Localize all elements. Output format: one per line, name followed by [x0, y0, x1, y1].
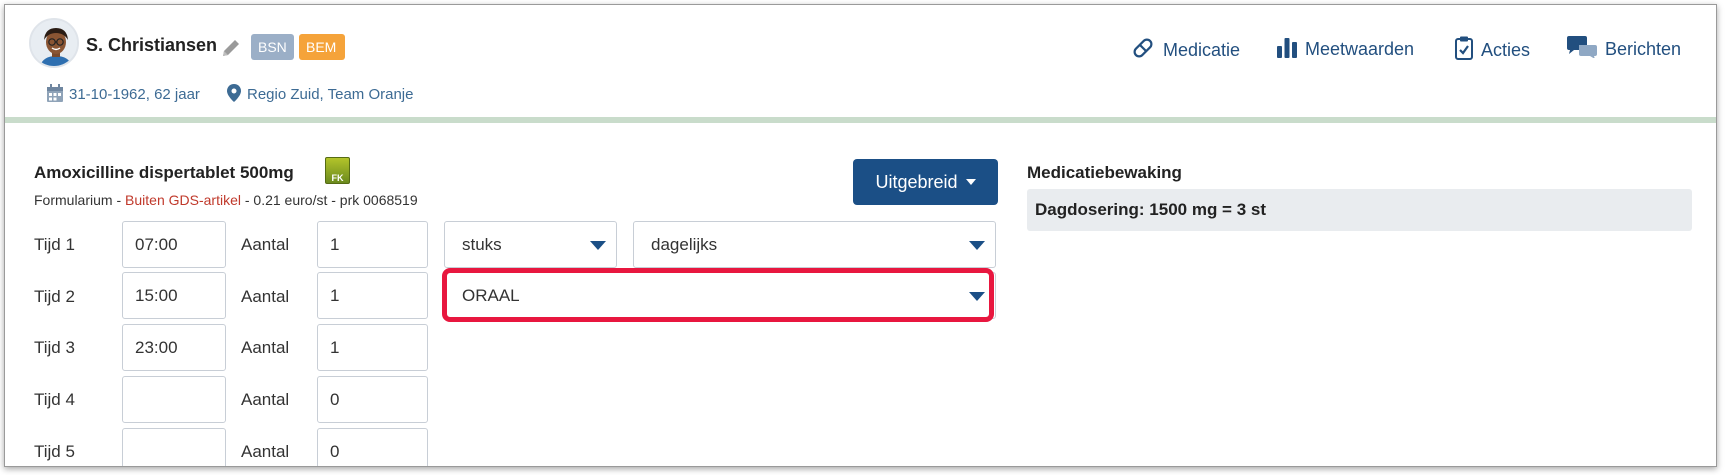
patient-header: S. Christiansen BSN BEM 31-10-1962, 62 j…	[5, 5, 1716, 117]
aantal-1-label: Aantal	[241, 235, 290, 254]
route-select[interactable]: ORAAL	[444, 272, 996, 319]
pill-icon	[1131, 36, 1155, 65]
medication-title: Amoxicilline dispertablet 500mg	[34, 163, 294, 182]
aantal-2-input[interactable]: 1	[317, 272, 428, 319]
calendar-icon	[47, 84, 63, 106]
subtitle-separator: -	[112, 192, 126, 208]
price-prk: - 0.21 euro/st - prk 0068519	[240, 192, 418, 208]
tijd-2-label: Tijd 2	[34, 287, 75, 306]
dob-text: 31-10-1962, 62 jaar	[69, 86, 200, 103]
nav-berichten[interactable]: Berichten	[1567, 36, 1681, 63]
medication-subtitle: Formularium - Buiten GDS-artikel - 0.21 …	[34, 192, 418, 208]
tijd-4-label: Tijd 4	[34, 390, 75, 409]
region-text: Regio Zuid, Team Oranje	[247, 86, 414, 103]
aantal-1-input[interactable]: 1	[317, 221, 428, 268]
uitgebreid-dropdown-button[interactable]: Uitgebreid	[853, 159, 998, 205]
tijd-2-input[interactable]: 15:00	[122, 272, 226, 319]
app-window: S. Christiansen BSN BEM 31-10-1962, 62 j…	[4, 4, 1717, 467]
tijd-1-label: Tijd 1	[34, 235, 75, 254]
frequency-select[interactable]: dagelijks	[633, 221, 996, 268]
aantal-2-label: Aantal	[241, 287, 290, 306]
dagdosering-summary: Dagdosering: 1500 mg = 3 st	[1027, 189, 1692, 231]
nav-acties[interactable]: Acties	[1455, 36, 1530, 65]
aantal-4-label: Aantal	[241, 390, 290, 409]
tijd-3-label: Tijd 3	[34, 338, 75, 357]
gds-status[interactable]: Buiten GDS-artikel	[125, 192, 241, 208]
chevron-down-icon	[590, 241, 606, 250]
nav-medicatie[interactable]: Medicatie	[1131, 36, 1240, 65]
unit-select-value: stuks	[462, 235, 502, 254]
pencil-edit-icon[interactable]	[220, 37, 242, 59]
tijd-3-input[interactable]: 23:00	[122, 324, 226, 371]
patient-dob: 31-10-1962, 62 jaar	[47, 84, 200, 106]
medicatiebewaking-title: Medicatiebewaking	[1027, 163, 1182, 182]
nav-acties-label: Acties	[1481, 40, 1531, 60]
patient-avatar[interactable]	[29, 18, 79, 68]
frequency-select-value: dagelijks	[651, 235, 718, 254]
route-select-value: ORAAL	[462, 286, 520, 305]
chevron-down-icon	[969, 292, 985, 301]
nav-meetwaarden[interactable]: Meetwaarden	[1277, 36, 1414, 63]
map-pin-icon	[227, 84, 241, 106]
tijd-5-label: Tijd 5	[34, 442, 75, 461]
bsn-badge[interactable]: BSN	[251, 34, 294, 60]
formularium-label: Formularium	[34, 192, 113, 208]
aantal-5-input[interactable]: 0	[317, 428, 428, 466]
chat-bubbles-icon	[1567, 36, 1597, 63]
aantal-4-input[interactable]: 0	[317, 376, 428, 423]
fk-logo-icon[interactable]: FK	[325, 157, 350, 184]
tijd-5-input[interactable]	[122, 428, 226, 466]
chevron-down-icon	[969, 241, 985, 250]
uitgebreid-label: Uitgebreid	[875, 172, 958, 192]
tijd-1-input[interactable]: 07:00	[122, 221, 226, 268]
nav-medicatie-label: Medicatie	[1163, 40, 1241, 60]
nav-meetwaarden-label: Meetwaarden	[1305, 39, 1415, 59]
patient-region: Regio Zuid, Team Oranje	[227, 84, 413, 106]
patient-name: S. Christiansen	[86, 35, 218, 55]
aantal-3-input[interactable]: 1	[317, 324, 428, 371]
clipboard-check-icon	[1455, 36, 1473, 65]
nav-berichten-label: Berichten	[1605, 39, 1682, 59]
tijd-4-input[interactable]	[122, 376, 226, 423]
aantal-3-label: Aantal	[241, 338, 290, 357]
aantal-5-label: Aantal	[241, 442, 290, 461]
unit-select[interactable]: stuks	[444, 221, 617, 268]
header-divider	[5, 117, 1716, 123]
bem-badge[interactable]: BEM	[299, 34, 345, 60]
caret-down-icon	[965, 179, 976, 185]
bar-chart-icon	[1277, 36, 1297, 63]
